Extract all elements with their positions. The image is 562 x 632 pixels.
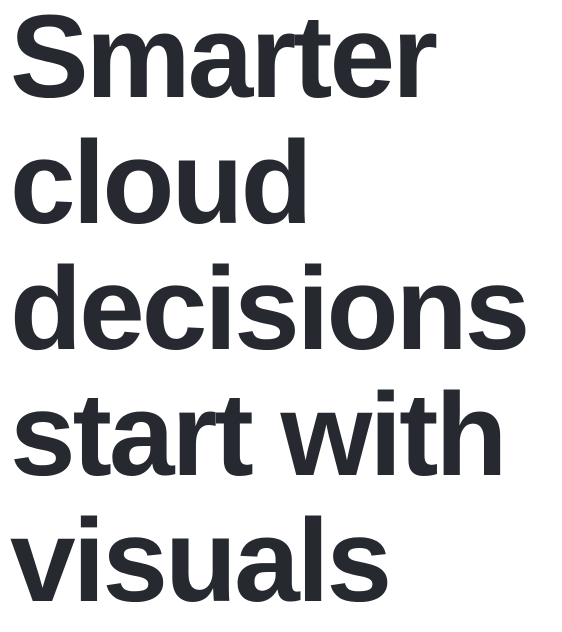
headline-line-2: cloud: [10, 117, 313, 249]
hero-section: Smarter cloud decisions start with visua…: [0, 0, 562, 632]
headline-line-4: start with: [10, 369, 508, 501]
headline-line-3: decisions: [10, 243, 530, 375]
hero-headline: Smarter cloud decisions start with visua…: [10, 0, 562, 624]
headline-line-5: visuals: [10, 495, 392, 627]
headline-line-1: Smarter: [10, 0, 438, 123]
